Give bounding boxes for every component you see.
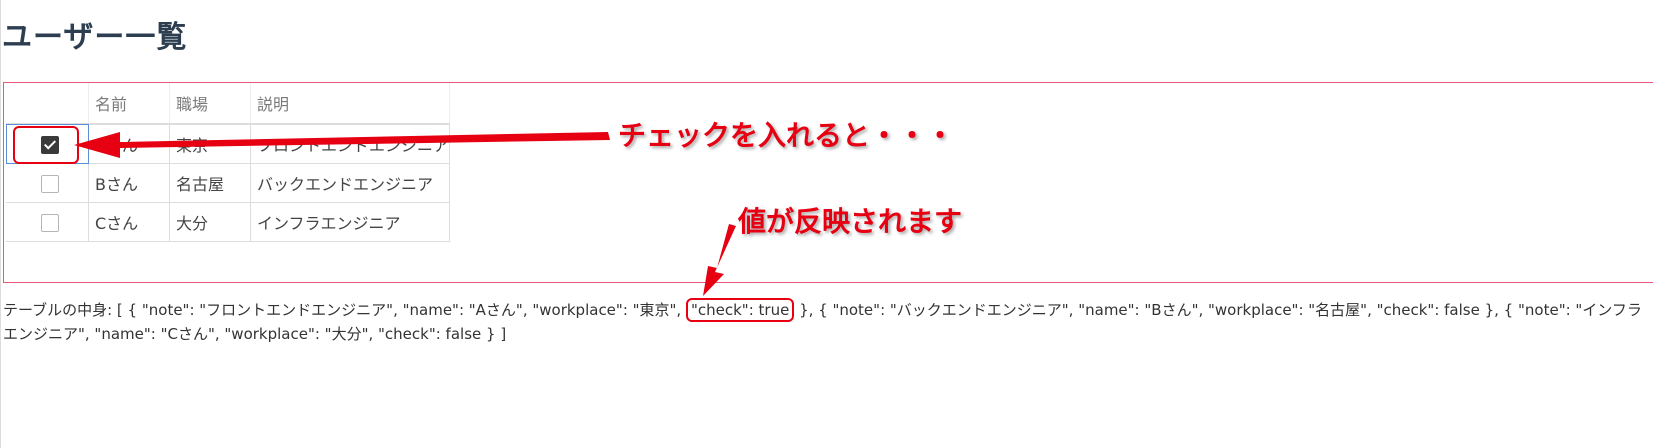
annotation-check-caption: チェックを入れると・・・ [618,119,955,152]
arrow-to-value [703,224,736,296]
arrow-to-checkbox [74,132,610,158]
annotation-reflect-caption: 値が反映されます [738,205,963,238]
